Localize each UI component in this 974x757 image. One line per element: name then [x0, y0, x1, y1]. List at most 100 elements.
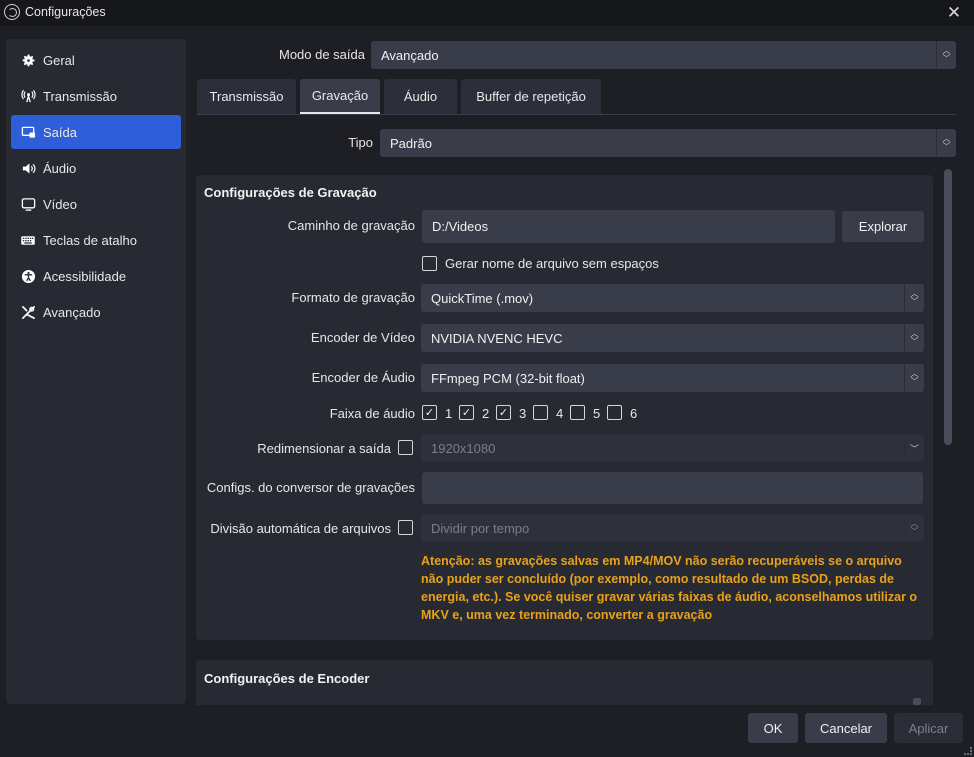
recording-path-input[interactable]: D:/Videos: [422, 210, 835, 243]
muxer-settings-input[interactable]: [422, 472, 923, 504]
spinner-arrows-icon: ︿ ﹀: [904, 284, 924, 312]
cancel-button[interactable]: Cancelar: [805, 713, 887, 743]
type-select[interactable]: Padrão ︿ ﹀: [380, 129, 956, 157]
sidebar-item-label: Geral: [43, 52, 75, 68]
tab-label: Áudio: [403, 89, 438, 104]
auto-split-label: Divisão automática de arquivos: [210, 521, 391, 536]
tab-label: Transmissão: [209, 89, 284, 104]
recording-format-value: QuickTime (.mov): [431, 290, 534, 306]
output-icon: [20, 124, 36, 140]
chevron-down-icon: ﹀: [904, 434, 924, 462]
sidebar-item-audio[interactable]: Áudio: [11, 151, 181, 185]
video-encoder-select[interactable]: NVIDIA NVENC HEVC ︿ ﹀: [421, 324, 924, 352]
browse-button[interactable]: Explorar: [842, 211, 924, 242]
sidebar-item-label: Vídeo: [43, 196, 77, 212]
mp4-warning-text: Atenção: as gravações salvas em MP4/MOV …: [421, 554, 918, 622]
tab-buffer-de-repeticao[interactable]: Buffer de repetição: [461, 79, 601, 114]
title-bar: Configurações ✕: [0, 0, 974, 26]
window-title: Configurações: [25, 5, 106, 19]
sidebar-item-saida[interactable]: Saída: [11, 115, 181, 149]
gear-icon: [20, 52, 36, 68]
auto-split-checkbox[interactable]: [398, 520, 413, 535]
audio-track-3-checkbox[interactable]: ✓: [496, 405, 511, 420]
audio-encoder-select[interactable]: FFmpeg PCM (32-bit float) ︿ ﹀: [421, 364, 924, 392]
sidebar-item-label: Teclas de atalho: [43, 232, 137, 248]
sidebar-item-geral[interactable]: Geral: [11, 43, 181, 77]
sidebar-item-label: Transmissão: [43, 88, 117, 104]
audio-track-label: 6: [630, 406, 638, 421]
output-mode-value: Avançado: [381, 47, 439, 63]
audio-track-label: 2: [482, 406, 490, 421]
audio-encoder-value: FFmpeg PCM (32-bit float): [431, 370, 585, 386]
resize-grip-icon[interactable]: [964, 747, 972, 755]
keyboard-icon: [20, 232, 36, 248]
apply-button-label: Aplicar: [908, 720, 949, 736]
spinner-arrows-icon: ︿ ﹀: [904, 514, 924, 542]
sidebar-item-avancado[interactable]: Avançado: [11, 295, 181, 329]
sidebar-item-acessibilidade[interactable]: Acessibilidade: [11, 259, 181, 293]
sidebar-item-label: Saída: [43, 124, 77, 140]
cancel-button-label: Cancelar: [819, 720, 873, 736]
type-label: Tipo: [348, 135, 373, 150]
close-icon[interactable]: ✕: [934, 0, 974, 26]
audio-track-label: 4: [556, 406, 564, 421]
spinner-arrows-icon: ︿ ﹀: [904, 364, 924, 392]
sidebar-item-label: Áudio: [43, 160, 77, 176]
speaker-icon: [20, 160, 36, 176]
sidebar-item-video[interactable]: Vídeo: [11, 187, 181, 221]
video-encoder-label: Encoder de Vídeo: [310, 330, 415, 345]
audio-track-5-checkbox[interactable]: [570, 405, 585, 420]
encoder-settings-title: Configurações de Encoder: [204, 671, 370, 686]
spinner-arrows-icon: ︿ ﹀: [904, 324, 924, 352]
tab-label: Buffer de repetição: [476, 89, 586, 104]
audio-track-1-checkbox[interactable]: ✓: [422, 405, 437, 420]
broadcast-icon: [20, 88, 36, 104]
tab-gravacao[interactable]: Gravação: [300, 79, 380, 114]
ok-button-label: OK: [763, 720, 783, 736]
sidebar-item-transmissao[interactable]: Transmissão: [11, 79, 181, 113]
recording-path-label: Caminho de gravação: [287, 218, 415, 233]
sidebar-item-label: Acessibilidade: [43, 268, 127, 284]
sidebar-item-label: Avançado: [43, 304, 101, 320]
no-space-filename-label: Gerar nome de arquivo sem espaços: [445, 256, 659, 271]
type-value: Padrão: [390, 135, 432, 151]
auto-split-select: Dividir por tempo ︿ ﹀: [421, 514, 924, 542]
rescale-output-label: Redimensionar a saída: [257, 441, 391, 456]
inner-scrollbar[interactable]: [913, 698, 921, 705]
tools-icon: [20, 304, 36, 320]
audio-tracks-label: Faixa de áudio: [329, 406, 415, 421]
recording-format-select[interactable]: QuickTime (.mov) ︿ ﹀: [421, 284, 924, 312]
rescale-output-checkbox[interactable]: [398, 440, 413, 455]
audio-track-label: 5: [593, 406, 601, 421]
tab-audio[interactable]: Áudio: [384, 79, 457, 114]
accessibility-icon: [20, 268, 36, 284]
output-mode-select[interactable]: Avançado ︿ ﹀: [371, 41, 956, 69]
audio-track-label: 1: [445, 406, 453, 421]
rescale-output-select: 1920x1080 ﹀: [421, 434, 924, 462]
audio-track-6-checkbox[interactable]: [607, 405, 622, 420]
obs-logo-icon: [4, 4, 20, 20]
tab-transmissao[interactable]: Transmissão: [197, 79, 296, 114]
sidebar-item-teclas-de-atalho[interactable]: Teclas de atalho: [11, 223, 181, 257]
auto-split-value: Dividir por tempo: [431, 520, 530, 536]
sidebar: Geral Transmissão Saída Áudio Vídeo Tecl…: [6, 39, 186, 704]
recording-format-label: Formato de gravação: [291, 290, 415, 305]
audio-encoder-label: Encoder de Áudio: [311, 370, 415, 385]
recording-path-value: D:/Videos: [432, 219, 489, 234]
audio-track-2-checkbox[interactable]: ✓: [459, 405, 474, 420]
muxer-settings-label: Configs. do conversor de gravações: [206, 480, 415, 495]
tab-divider: [196, 114, 956, 115]
recording-settings-title: Configurações de Gravação: [204, 185, 377, 200]
apply-button[interactable]: Aplicar: [894, 713, 963, 743]
audio-track-4-checkbox[interactable]: [533, 405, 548, 420]
no-space-filename-checkbox[interactable]: [422, 256, 437, 271]
settings-scrollbar[interactable]: [944, 169, 952, 445]
audio-track-label: 3: [519, 406, 527, 421]
output-mode-label: Modo de saída: [278, 47, 365, 62]
rescale-output-value: 1920x1080: [431, 440, 496, 456]
spinner-arrows-icon: ︿ ﹀: [936, 41, 956, 69]
ok-button[interactable]: OK: [748, 713, 798, 743]
tab-label: Gravação: [311, 88, 369, 103]
spinner-arrows-icon: ︿ ﹀: [936, 129, 956, 157]
video-encoder-value: NVIDIA NVENC HEVC: [431, 330, 563, 346]
